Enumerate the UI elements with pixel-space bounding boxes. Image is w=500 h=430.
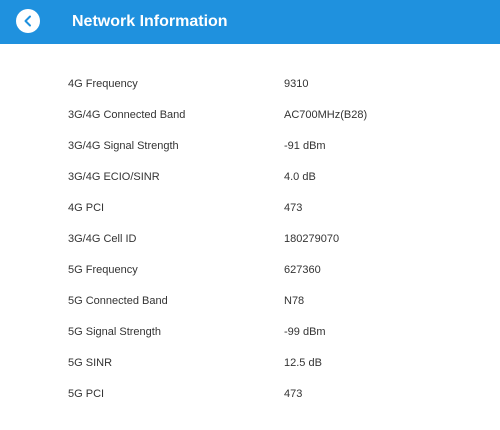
- info-value: 627360: [284, 264, 321, 276]
- info-value: 180279070: [284, 233, 340, 245]
- info-row-5g-sinr: 5G SINR 12.5 dB: [0, 354, 500, 385]
- info-label: 3G/4G Cell ID: [68, 233, 137, 245]
- info-label: 3G/4G Connected Band: [68, 109, 186, 121]
- info-value: -99 dBm: [284, 326, 326, 338]
- info-row-5g-signal-strength: 5G Signal Strength -99 dBm: [0, 323, 500, 354]
- info-value: 9310: [284, 78, 309, 90]
- info-label: 5G Signal Strength: [68, 326, 161, 338]
- info-label: 5G Connected Band: [68, 295, 168, 307]
- info-value: -91 dBm: [284, 140, 326, 152]
- info-label: 5G Frequency: [68, 264, 138, 276]
- info-label: 3G/4G ECIO/SINR: [68, 171, 160, 183]
- page-title: Network Information: [72, 13, 228, 30]
- info-label: 4G PCI: [68, 202, 105, 214]
- info-row-signal-strength: 3G/4G Signal Strength -91 dBm: [0, 137, 500, 168]
- info-value: 4.0 dB: [284, 171, 316, 183]
- chevron-left-icon: [24, 15, 31, 27]
- network-info-list: 4G Frequency 9310 3G/4G Connected Band A…: [0, 75, 500, 416]
- info-value: 12.5 dB: [284, 357, 322, 369]
- info-row-4g-frequency: 4G Frequency 9310: [0, 75, 500, 106]
- info-row-connected-band: 3G/4G Connected Band AC700MHz(B28): [0, 106, 500, 137]
- info-row-5g-connected-band: 5G Connected Band N78: [0, 292, 500, 323]
- info-value: AC700MHz(B28): [284, 109, 368, 121]
- info-label: 5G SINR: [68, 357, 113, 369]
- info-row-5g-pci: 5G PCI 473: [0, 385, 500, 416]
- info-value: N78: [284, 295, 305, 307]
- info-row-4g-pci: 4G PCI 473: [0, 199, 500, 230]
- info-value: 473: [284, 202, 303, 214]
- info-label: 5G PCI: [68, 388, 105, 400]
- info-row-ecio-sinr: 3G/4G ECIO/SINR 4.0 dB: [0, 168, 500, 199]
- back-button[interactable]: [16, 9, 40, 33]
- info-row-cell-id: 3G/4G Cell ID 180279070: [0, 230, 500, 261]
- info-value: 473: [284, 388, 303, 400]
- info-row-5g-frequency: 5G Frequency 627360: [0, 261, 500, 292]
- info-label: 4G Frequency: [68, 78, 138, 90]
- info-label: 3G/4G Signal Strength: [68, 140, 179, 152]
- header-bar: Network Information: [0, 0, 500, 44]
